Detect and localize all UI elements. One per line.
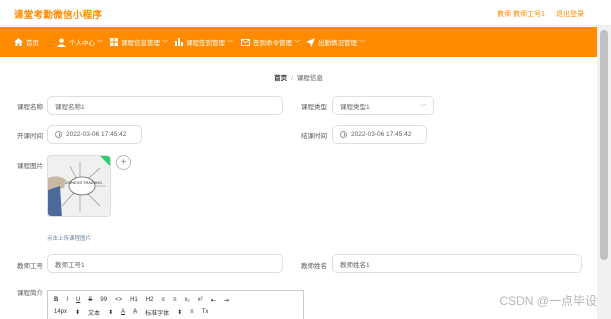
underline-button[interactable]: U bbox=[76, 297, 80, 303]
rich-text-editor[interactable]: B I U S 99 <> H1 H2 ≡ ≡ x₂ x² ⇤ ⇥ 14px ⬍… bbox=[47, 290, 304, 319]
image-text: BUSINESS TRAINING bbox=[62, 180, 102, 185]
nav-label: 签到命令管理 bbox=[253, 40, 292, 47]
h2-button[interactable]: H2 bbox=[146, 297, 154, 303]
bar-chart-icon bbox=[175, 38, 183, 46]
course-name-value: 课程名称1 bbox=[55, 103, 85, 111]
course-intro-label: 课程简介 bbox=[17, 290, 43, 297]
nav-item-signin-command[interactable]: 签到命令管理 ﹀ bbox=[241, 27, 300, 57]
h1-button[interactable]: H1 bbox=[130, 297, 138, 303]
editor-toolbar-row-1: B I U S 99 <> H1 H2 ≡ ≡ x₂ x² ⇤ ⇥ bbox=[54, 295, 237, 305]
nav-label: 课程签到管理 bbox=[186, 40, 225, 47]
clear-format-button[interactable]: Tx bbox=[202, 309, 209, 315]
teacher-id-label: 教师工号 bbox=[17, 263, 43, 270]
upload-hint[interactable]: 点击上传课程图片 bbox=[47, 234, 91, 242]
start-time-label: 开课时间 bbox=[17, 133, 43, 140]
course-type-label: 课程类型 bbox=[301, 104, 327, 111]
chevron-down-icon: ⬍ bbox=[177, 309, 183, 316]
watermark: CSDN @一点毕设 bbox=[499, 294, 597, 308]
nav-item-course-info[interactable]: 课程信息管理 ﹀ bbox=[110, 27, 168, 57]
font-color-button[interactable]: A bbox=[121, 309, 125, 315]
scrollbar-thumb[interactable] bbox=[600, 30, 608, 260]
nav-item-profile[interactable]: 个人中心 ﹀ bbox=[57, 27, 103, 57]
main-navbar: 首页 个人中心 ﹀ 课程信息管理 ﹀ 课程签到管理 ﹀ 签到命令管理 ﹀ 出勤情… bbox=[0, 27, 597, 57]
editor-toolbar-row-2: 14px ⬍ 文本 ⬍ A A 标准字体 ⬍ ≡ Tx bbox=[54, 307, 216, 317]
logout-link[interactable]: 退出登录 bbox=[556, 9, 584, 19]
breadcrumb-current: 课程信息 bbox=[296, 75, 323, 82]
chevron-down-icon: ⬍ bbox=[108, 309, 114, 316]
bullet-list-button[interactable]: ≡ bbox=[173, 297, 177, 303]
chevron-down-icon: ﹀ bbox=[227, 40, 234, 47]
code-button[interactable]: <> bbox=[115, 297, 122, 303]
nav-label: 首页 bbox=[26, 40, 39, 47]
chevron-down-icon: ﹀ bbox=[162, 40, 169, 47]
blockquote-button[interactable]: 99 bbox=[100, 297, 107, 303]
send-icon bbox=[306, 37, 315, 47]
nav-item-attendance[interactable]: 出勤情况管理 ﹀ bbox=[306, 27, 365, 57]
subscript-button[interactable]: x₂ bbox=[184, 297, 189, 303]
teacher-name-value: 教师姓名1 bbox=[340, 261, 370, 269]
italic-button[interactable]: I bbox=[66, 297, 68, 303]
user-icon bbox=[57, 37, 66, 47]
font-size-select[interactable]: 14px bbox=[54, 309, 67, 315]
outdent-button[interactable]: ⇤ bbox=[211, 297, 216, 304]
chevron-down-icon: ﹀ bbox=[359, 40, 366, 47]
end-time-value: 2022-03-06 17:45:42 bbox=[351, 131, 412, 138]
course-name-label: 课程名称 bbox=[17, 104, 43, 111]
end-time-picker[interactable]: 2022-03-06 17:45:42 bbox=[332, 125, 427, 144]
chevron-down-icon: ﹀ bbox=[419, 105, 426, 111]
mail-icon bbox=[241, 38, 250, 46]
top-header: 课堂考勤微信小程序 教师 教师工号1 退出登录 bbox=[0, 0, 611, 26]
course-type-select[interactable]: 课程类型1 ﹀ bbox=[332, 96, 434, 115]
superscript-button[interactable]: x² bbox=[198, 297, 203, 303]
strike-button[interactable]: S bbox=[88, 297, 92, 303]
teacher-name-field[interactable]: 教师姓名1 bbox=[332, 254, 582, 273]
home-icon bbox=[14, 38, 23, 46]
background-color-button[interactable]: A bbox=[133, 309, 138, 315]
start-time-picker[interactable]: 2022-03-06 17:45:42 bbox=[47, 125, 142, 144]
clock-icon bbox=[55, 131, 62, 138]
nav-item-course-signin[interactable]: 课程签到管理 ﹀ bbox=[175, 27, 233, 57]
start-time-value: 2022-03-06 17:45:42 bbox=[66, 131, 127, 138]
breadcrumb-home[interactable]: 首页 bbox=[274, 75, 287, 82]
business-training-image: BUSINESS TRAINING bbox=[48, 156, 110, 216]
chevron-down-icon: ﹀ bbox=[294, 40, 301, 47]
teacher-id-value: 教师工号1 bbox=[55, 261, 85, 269]
bold-button[interactable]: B bbox=[54, 297, 58, 303]
header-select[interactable]: 文本 bbox=[88, 308, 100, 317]
chevron-down-icon: ⬍ bbox=[75, 309, 81, 316]
teacher-id-field[interactable]: 教师工号1 bbox=[47, 254, 283, 273]
teacher-name-label: 教师姓名 bbox=[301, 263, 327, 270]
ordered-list-button[interactable]: ≡ bbox=[161, 297, 165, 303]
nav-label: 个人中心 bbox=[69, 40, 95, 47]
font-family-select[interactable]: 标准字体 bbox=[145, 308, 169, 317]
course-name-field[interactable]: 课程名称1 bbox=[47, 96, 283, 115]
breadcrumb: 首页 / 课程信息 bbox=[0, 72, 597, 82]
course-image-label: 课程图片 bbox=[17, 163, 43, 170]
grid-icon bbox=[110, 38, 118, 46]
indent-button[interactable]: ⇥ bbox=[224, 297, 229, 304]
course-image-thumbnail[interactable]: BUSINESS TRAINING bbox=[47, 155, 111, 217]
end-time-label: 结课时间 bbox=[301, 133, 327, 140]
add-image-button[interactable]: + bbox=[116, 155, 131, 170]
chevron-down-icon: ﹀ bbox=[97, 40, 104, 47]
nav-label: 课程信息管理 bbox=[121, 40, 160, 47]
user-info: 教师 教师工号1 bbox=[497, 11, 545, 18]
clock-icon bbox=[340, 131, 347, 138]
nav-label: 出勤情况管理 bbox=[318, 40, 357, 47]
app-title: 课堂考勤微信小程序 bbox=[14, 10, 103, 21]
course-type-value: 课程类型1 bbox=[340, 103, 370, 111]
align-button[interactable]: ≡ bbox=[190, 309, 194, 315]
nav-item-home[interactable]: 首页 bbox=[14, 27, 39, 57]
breadcrumb-separator: / bbox=[291, 75, 293, 82]
